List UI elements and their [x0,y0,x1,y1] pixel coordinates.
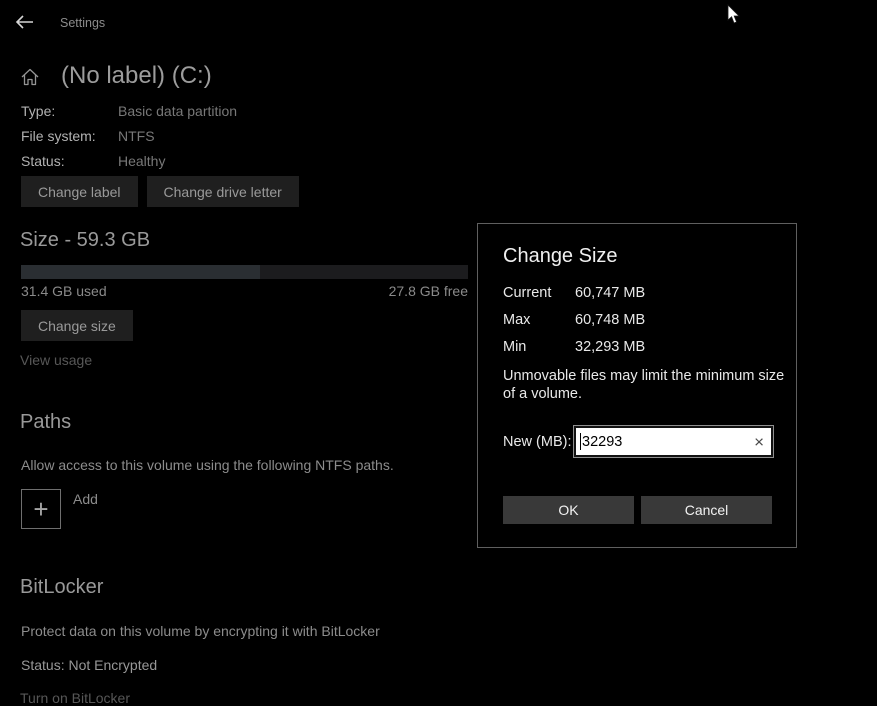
home-icon [20,67,40,92]
size-bar-used-segment [21,265,260,279]
current-size-row: Current 60,747 MB [503,285,551,301]
free-space-label: 27.8 GB free [389,283,468,299]
unmovable-files-warning: Unmovable files may limit the minimum si… [503,367,788,403]
new-size-input[interactable] [574,426,773,457]
current-value: 60,747 MB [575,285,645,301]
bitlocker-heading: BitLocker [20,576,103,599]
bitlocker-status: Status: Not Encrypted [21,657,157,673]
max-value: 60,748 MB [575,312,645,328]
page-title: (No label) (C:) [61,62,212,90]
plus-icon: + [33,496,48,522]
status-label: Status: [21,153,65,169]
mouse-cursor [727,4,741,30]
type-label: Type: [21,103,55,119]
filesystem-label: File system: [21,128,96,144]
dialog-title: Change Size [503,245,618,268]
current-label: Current [503,285,551,301]
new-size-field-wrap: × [574,426,773,457]
max-label: Max [503,312,530,328]
paths-heading: Paths [20,411,71,434]
turn-on-bitlocker-link[interactable]: Turn on BitLocker [20,690,130,706]
add-path-label: Add [73,491,98,507]
bitlocker-description: Protect data on this volume by encryptin… [21,623,380,639]
text-caret [580,433,581,450]
paths-description: Allow access to this volume using the fo… [21,457,394,473]
volume-actions: Change label Change drive letter [21,176,299,207]
info-row-type: Type: Basic data partition [21,103,55,121]
min-value: 32,293 MB [575,339,645,355]
clear-input-icon[interactable]: × [750,431,768,452]
info-row-status: Status: Healthy [21,153,65,171]
change-label-button[interactable]: Change label [21,176,138,207]
size-bar-labels: 31.4 GB used 27.8 GB free [21,283,468,299]
type-value: Basic data partition [118,103,237,119]
change-size-dialog: Change Size Current 60,747 MB Max 60,748… [477,223,797,548]
change-size-button[interactable]: Change size [21,310,133,341]
change-drive-letter-button[interactable]: Change drive letter [147,176,299,207]
info-row-filesystem: File system: NTFS [21,128,96,146]
view-usage-link[interactable]: View usage [20,352,92,368]
min-size-row: Min 32,293 MB [503,339,526,355]
size-usage-bar [21,265,468,279]
add-path-button[interactable]: + [21,489,61,529]
size-heading: Size - 59.3 GB [20,229,150,252]
app-title: Settings [60,16,105,30]
filesystem-value: NTFS [118,128,155,144]
min-label: Min [503,339,526,355]
back-button[interactable] [10,8,38,36]
status-value: Healthy [118,153,165,169]
max-size-row: Max 60,748 MB [503,312,530,328]
back-arrow-icon [15,15,34,29]
ok-button[interactable]: OK [503,496,634,524]
used-space-label: 31.4 GB used [21,283,107,299]
new-size-label: New (MB): [503,434,571,450]
cancel-button[interactable]: Cancel [641,496,772,524]
